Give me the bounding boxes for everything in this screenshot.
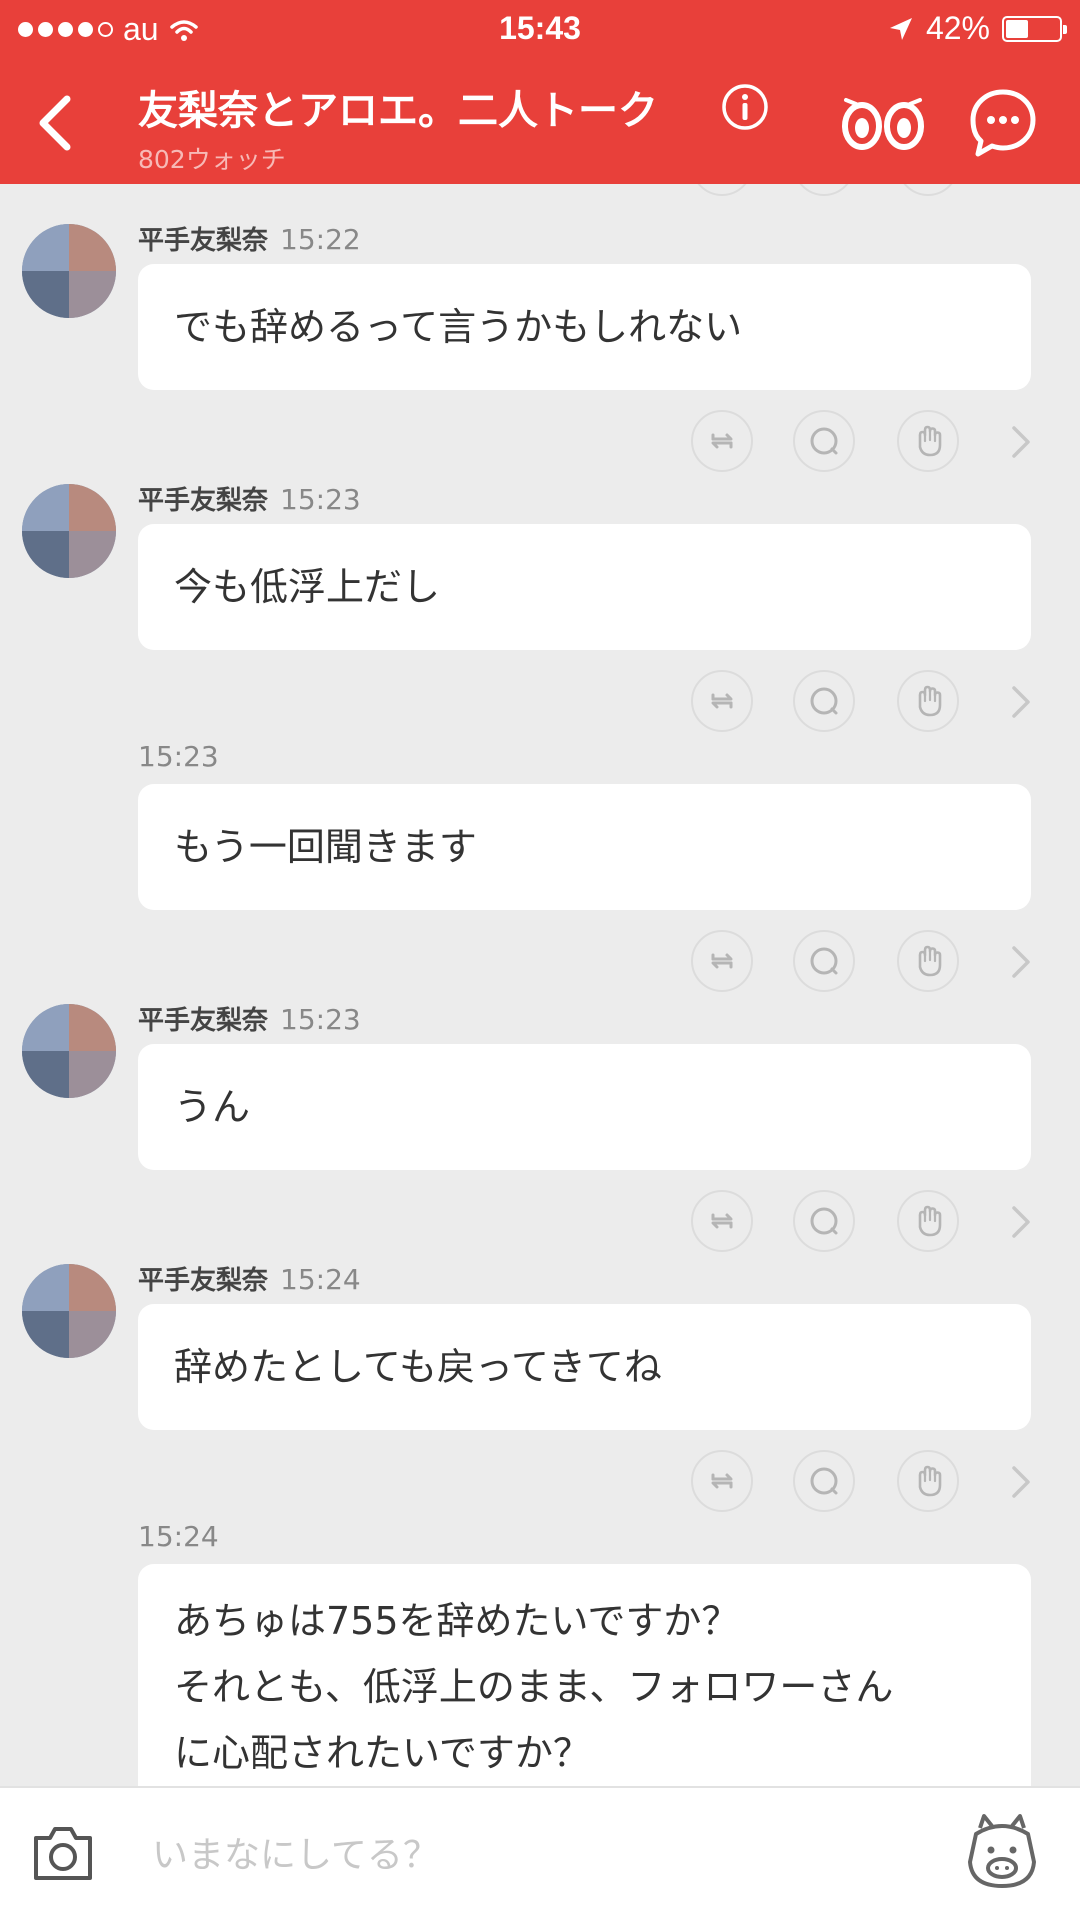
message-item: 平手友梨奈 15:23 うん — [0, 964, 1080, 1252]
message-meta: 平手友梨奈 15:23 — [138, 480, 361, 517]
message-meta: 平手友梨奈 15:22 — [138, 220, 361, 257]
avatar[interactable] — [22, 484, 116, 578]
battery-fill — [1006, 19, 1028, 38]
message-time: 15:23 — [280, 483, 361, 516]
avatar-photo-tile — [22, 1004, 69, 1051]
message-time: 15:24 — [280, 1263, 361, 1296]
message-text-line: 今も低浮上だし — [174, 565, 441, 609]
watch-button[interactable] — [840, 92, 926, 152]
message-bubble[interactable]: あちゅは755を辞めたいですか？ それとも、低浮上のまま、フォロワーさん に心配され… — [138, 1564, 1031, 1786]
avatar-photo-tile — [69, 1004, 116, 1051]
title-block: 友梨奈とアロエ。二人トーク 802ウォッチ — [138, 78, 658, 176]
message-text-line: に心配されたいですか？ — [174, 1731, 591, 1775]
speech-bubble-icon — [970, 89, 1036, 157]
avatar[interactable] — [22, 224, 116, 318]
message-item: 15:23 もう一回聞きます — [0, 704, 1080, 992]
message-meta: 平手友梨奈 15:24 — [138, 1260, 361, 1297]
location-arrow-icon — [889, 17, 912, 40]
sender-name[interactable]: 平手友梨奈 — [138, 226, 268, 256]
bear-face-icon — [968, 1814, 1036, 1888]
nav-bar: 友梨奈とアロエ。二人トーク 802ウォッチ — [0, 58, 1080, 184]
info-icon — [722, 84, 768, 130]
message-time: 15:22 — [280, 223, 361, 256]
avatar-photo-tile — [22, 1264, 69, 1311]
message-item: 平手友梨奈 15:24 辞めたとしても戻ってきてね — [0, 1224, 1080, 1512]
message-time: 15:23 — [138, 740, 219, 773]
message-text-line: あちゅは755を辞めたいですか？ — [174, 1599, 740, 1643]
compose-bar — [0, 1786, 1080, 1920]
avatar-photo-tile — [22, 484, 69, 531]
status-bar: au 15:43 42% — [0, 0, 1080, 58]
avatar-photo-tile — [22, 1311, 69, 1358]
chevron-left-icon — [39, 95, 71, 151]
battery-percent: 42% — [925, 10, 990, 46]
message-bubble[interactable]: もう一回聞きます — [138, 784, 1031, 910]
avatar-photo-tile — [22, 224, 69, 271]
avatar-photo-tile — [69, 484, 116, 531]
camera-icon — [34, 1827, 92, 1880]
avatar-photo-tile — [69, 1311, 116, 1358]
avatar-photo-tile — [69, 1051, 116, 1098]
info-button[interactable] — [720, 82, 770, 132]
message-text-line: 辞めたとしても戻ってきてね — [174, 1345, 662, 1389]
avatar-photo-tile — [69, 271, 116, 318]
message-meta: 15:24 — [138, 1520, 219, 1553]
post-input[interactable] — [150, 1818, 914, 1892]
avatar-photo-tile — [69, 1264, 116, 1311]
sender-name[interactable]: 平手友梨奈 — [138, 1266, 268, 1296]
message-text-line: でも辞めるって言うかもしれない — [174, 305, 743, 349]
sender-name[interactable]: 平手友梨奈 — [138, 1006, 268, 1036]
avatar-photo-tile — [22, 1051, 69, 1098]
eyes-icon — [842, 98, 924, 150]
message-text-line: それとも、低浮上のまま、フォロワーさん — [174, 1665, 894, 1709]
battery-icon — [1002, 15, 1067, 42]
message-bubble[interactable]: 今も低浮上だし — [138, 524, 1031, 650]
message-list[interactable]: 平手友梨奈 15:22 でも辞めるって言うかもしれない 平手友梨奈 15:23 今も低浮上… — [0, 184, 1080, 1786]
message-item: 平手友梨奈 15:22 でも辞めるって言うかもしれない — [0, 184, 1080, 472]
avatar-photo-tile — [22, 531, 69, 578]
avatar-photo-tile — [22, 271, 69, 318]
watch-count: 802ウォッチ — [138, 145, 286, 174]
page-title: 友梨奈とアロエ。二人トーク — [138, 88, 658, 134]
sender-name[interactable]: 平手友梨奈 — [138, 486, 268, 516]
stamp-button[interactable] — [962, 1812, 1042, 1892]
avatar-photo-tile — [69, 531, 116, 578]
chat-button[interactable] — [966, 86, 1040, 160]
back-button[interactable] — [20, 88, 90, 158]
message-bubble[interactable]: でも辞めるって言うかもしれない — [138, 264, 1031, 390]
avatar[interactable] — [22, 1264, 116, 1358]
message-bubble[interactable]: うん — [138, 1044, 1031, 1170]
avatar-photo-tile — [69, 224, 116, 271]
message-text-line: うん — [174, 1085, 251, 1129]
message-meta: 15:23 — [138, 740, 219, 773]
message-item: 15:24 あちゅは755を辞めたいですか？ それとも、低浮上のまま、フォロワーさん… — [0, 1484, 1080, 1786]
status-right: 42% — [888, 10, 1067, 47]
message-meta: 平手友梨奈 15:23 — [138, 1000, 361, 1037]
avatar[interactable] — [22, 1004, 116, 1098]
message-text-line: もう一回聞きます — [174, 825, 477, 869]
message-item: 平手友梨奈 15:23 今も低浮上だし — [0, 444, 1080, 732]
message-time: 15:23 — [280, 1003, 361, 1036]
message-time: 15:24 — [138, 1520, 219, 1553]
camera-button[interactable] — [30, 1822, 96, 1884]
message-bubble[interactable]: 辞めたとしても戻ってきてね — [138, 1304, 1031, 1430]
